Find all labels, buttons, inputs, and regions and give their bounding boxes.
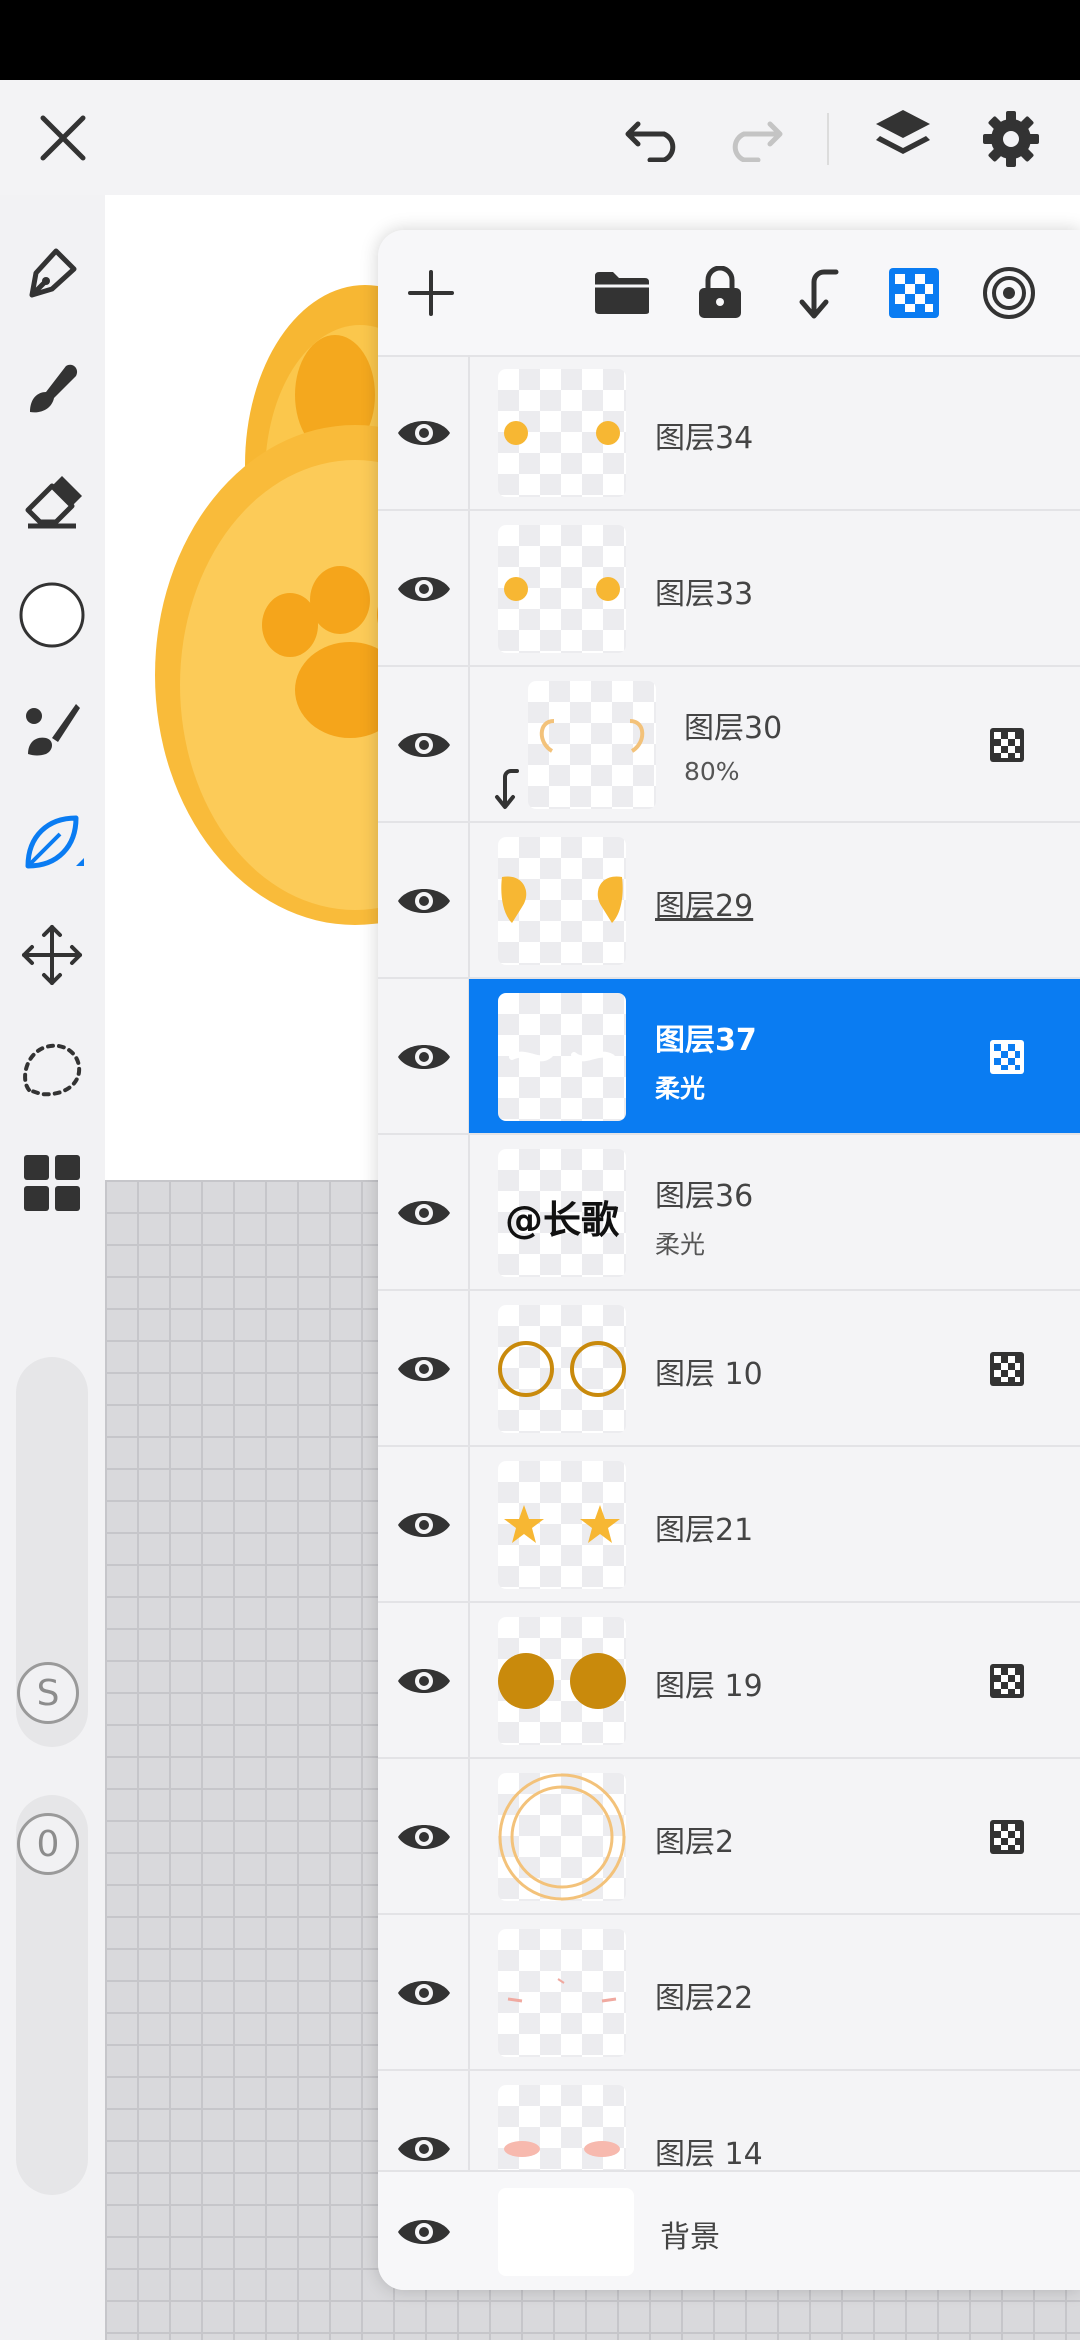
color-icon[interactable] (12, 575, 92, 655)
layer-thumbnail (498, 1461, 626, 1589)
layer-name: 图层36 (655, 1179, 754, 1214)
thumbnail-art (498, 1341, 626, 1397)
clipping-mask-icon (495, 769, 519, 809)
visibility-eye-icon[interactable] (396, 413, 452, 453)
layer-row[interactable]: @长歌 图层36 柔光 (378, 1135, 1080, 1291)
layer-row-background[interactable]: 背景 (378, 2170, 1080, 2290)
thumbnail-watermark-text: @长歌 (504, 1198, 619, 1242)
layer-thumbnail (498, 2188, 634, 2276)
visibility-eye-icon[interactable] (396, 1193, 452, 1233)
smudge-icon[interactable] (12, 688, 92, 768)
visibility-eye-icon[interactable] (396, 1661, 452, 1701)
alpha-lock-icon[interactable] (989, 1819, 1025, 1855)
layer-name: 图层30 (684, 711, 783, 746)
add-icon[interactable] (398, 260, 464, 326)
layer-name: 图层37 (655, 1023, 757, 1058)
move-icon[interactable] (12, 915, 92, 995)
layer-row[interactable]: 图层37 柔光 (378, 979, 1080, 1135)
alpha-lock-icon[interactable] (989, 1351, 1025, 1387)
layer-name: 图层 10 (655, 1357, 763, 1392)
layer-thumbnail (498, 1305, 626, 1433)
layer-name: 图层 19 (655, 1669, 763, 1704)
leaf-icon[interactable] (12, 802, 92, 882)
visibility-eye-icon[interactable] (396, 2212, 452, 2252)
layer-panel: 图层34 图层33 图层30 80% 图层29 图层37 柔光 @长歌 图层36 柔光图层 10 图… (378, 230, 1080, 2290)
thumbnail-art (504, 1505, 620, 1543)
thumbnail-art (539, 719, 645, 753)
layer-name: 图层33 (655, 577, 754, 612)
layer-thumbnail (498, 369, 626, 497)
visibility-eye-icon[interactable] (396, 569, 452, 609)
layer-name: 图层22 (655, 1981, 754, 2016)
opacity-badge: 0 (17, 1813, 79, 1875)
lasso-icon[interactable] (12, 1030, 92, 1110)
layer-thumbnail (498, 837, 626, 965)
layers-icon[interactable] (868, 102, 938, 172)
thumbnail-art (504, 421, 620, 445)
status-bar (0, 0, 1080, 80)
layer-name: 图层 14 (655, 2137, 763, 2172)
redo-icon[interactable] (718, 108, 788, 168)
visibility-eye-icon[interactable] (396, 1817, 452, 1857)
layer-name: 背景 (660, 2220, 720, 2255)
layer-row[interactable]: 图层29 (378, 823, 1080, 979)
alpha-lock-icon[interactable] (989, 1663, 1025, 1699)
layer-thumbnail (498, 1773, 626, 1901)
size-badge: S (17, 1662, 79, 1724)
close-icon[interactable] (30, 105, 96, 171)
layer-row[interactable]: 图层21 (378, 1447, 1080, 1603)
visibility-eye-icon[interactable] (396, 1973, 452, 2013)
lock-icon[interactable] (687, 260, 753, 326)
alpha-lock-icon[interactable] (989, 727, 1025, 763)
visibility-eye-icon[interactable] (396, 881, 452, 921)
layer-thumbnail (498, 525, 626, 653)
brush-icon[interactable] (12, 348, 92, 428)
layer-name: 图层34 (655, 421, 754, 456)
layer-row[interactable]: 图层2 (378, 1759, 1080, 1915)
alpha-lock-icon[interactable] (881, 260, 947, 326)
layer-row[interactable]: 图层 10 (378, 1291, 1080, 1447)
layer-row[interactable]: 图层22 (378, 1915, 1080, 2071)
thumbnail-art (504, 577, 620, 601)
layer-row[interactable]: 图层 19 (378, 1603, 1080, 1759)
visibility-eye-icon[interactable] (396, 2129, 452, 2169)
gear-icon[interactable] (976, 104, 1046, 174)
layer-thumbnail (498, 1617, 626, 1745)
visibility-eye-icon[interactable] (396, 1349, 452, 1389)
pen-icon[interactable] (12, 233, 92, 313)
toolbar-separator (827, 113, 829, 165)
layer-panel-header (378, 230, 1080, 357)
layer-name: 图层29 (655, 889, 754, 924)
thumbnail-art (507, 1978, 617, 2003)
layer-row[interactable]: 图层33 (378, 511, 1080, 667)
layer-thumbnail (528, 681, 656, 809)
grid-icon[interactable] (12, 1143, 92, 1223)
layer-thumbnail (498, 993, 626, 1121)
layer-name: 图层21 (655, 1513, 754, 1548)
layer-thumbnail (498, 1929, 626, 2057)
folder-icon[interactable] (589, 260, 655, 326)
layer-row[interactable]: 图层30 80% (378, 667, 1080, 823)
eraser-icon[interactable] (12, 462, 92, 542)
visibility-eye-icon[interactable] (396, 725, 452, 765)
thumbnail-art (498, 1773, 626, 1901)
layer-blend-info: 80% (684, 757, 740, 786)
thumbnail-art (501, 876, 623, 923)
alpha-lock-icon[interactable] (989, 1039, 1025, 1075)
thumbnail-art (498, 1653, 626, 1709)
target-icon[interactable] (976, 260, 1042, 326)
layer-thumbnail: @长歌 (498, 1149, 626, 1277)
layer-blend-info: 柔光 (655, 1230, 706, 1259)
thumbnail-art (509, 1051, 615, 1062)
layer-row[interactable]: 图层34 (378, 355, 1080, 511)
visibility-eye-icon[interactable] (396, 1037, 452, 1077)
visibility-eye-icon[interactable] (396, 1505, 452, 1545)
clip-down-icon[interactable] (784, 260, 850, 326)
undo-icon[interactable] (620, 108, 690, 168)
layer-name: 图层2 (655, 1825, 735, 1860)
layer-blend-info: 柔光 (655, 1074, 706, 1103)
